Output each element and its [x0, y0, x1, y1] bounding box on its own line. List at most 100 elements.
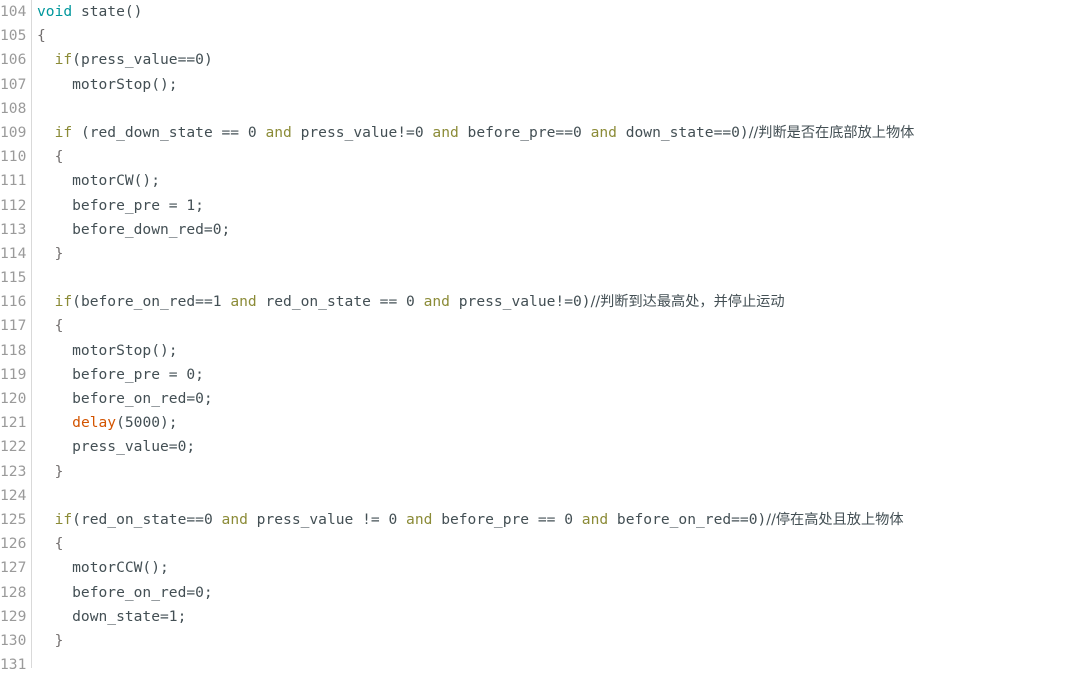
code-line[interactable]: 122 press_value=0;: [0, 435, 1065, 459]
code-line-content[interactable]: motorCCW();: [31, 556, 169, 580]
code-line-content[interactable]: if(red_on_state==0 and press_value != 0 …: [31, 508, 904, 532]
code-line[interactable]: 113 before_down_red=0;: [0, 218, 1065, 242]
line-number: 116: [0, 293, 27, 311]
token-comment: //判断到达最高处，并停止运动: [590, 294, 785, 311]
token-plain: down_state=1;: [37, 607, 187, 625]
token-kw: and: [221, 510, 248, 528]
token-plain: state(): [72, 3, 143, 20]
code-line[interactable]: 111 motorCW();: [0, 169, 1065, 193]
code-line[interactable]: 126 {: [0, 532, 1065, 556]
token-plain: press_value != 0: [247, 510, 407, 528]
token-plain: motorStop();: [37, 75, 178, 93]
code-line-content[interactable]: }: [31, 460, 64, 484]
code-line[interactable]: 109 if (red_down_state == 0 and press_va…: [0, 121, 1065, 145]
code-line[interactable]: 115: [0, 266, 1065, 290]
code-line-content[interactable]: {: [31, 532, 64, 556]
code-line[interactable]: 116 if(before_on_red==1 and red_on_state…: [0, 290, 1065, 314]
code-line[interactable]: 130 }: [0, 629, 1065, 653]
code-line-content[interactable]: before_on_red=0;: [31, 581, 213, 605]
code-line-content[interactable]: if(press_value==0): [31, 48, 213, 72]
code-line[interactable]: 121 delay(5000);: [0, 411, 1065, 435]
line-number: 108: [0, 99, 27, 117]
code-line-content[interactable]: }: [31, 242, 64, 266]
code-line-content[interactable]: delay(5000);: [31, 411, 177, 435]
code-line[interactable]: 118 motorStop();: [0, 339, 1065, 363]
token-plain: (red_on_state==0: [72, 510, 222, 528]
token-kw: if: [54, 510, 73, 528]
token-kw: and: [581, 510, 609, 528]
code-line-content[interactable]: {: [31, 24, 46, 48]
line-number: 113: [0, 220, 27, 238]
line-number: 123: [0, 462, 27, 480]
token-plain: before_on_red==0): [608, 510, 767, 528]
code-line[interactable]: 119 before_pre = 0;: [0, 363, 1065, 387]
line-number: 106: [0, 51, 27, 69]
line-number: 107: [0, 75, 27, 93]
code-line[interactable]: 112 before_pre = 1;: [0, 194, 1065, 218]
token-plain: before_down_red=0;: [37, 220, 231, 238]
code-line[interactable]: 120 before_on_red=0;: [0, 387, 1065, 411]
token-fn: delay: [72, 414, 117, 432]
code-line-content[interactable]: motorCW();: [31, 169, 160, 193]
token-comment: //判断是否在底部放上物体: [748, 124, 915, 141]
code-line-content[interactable]: void state(): [31, 0, 142, 24]
token-kw: and: [265, 123, 292, 141]
line-number: 104: [0, 3, 27, 20]
code-line-content[interactable]: before_pre = 1;: [31, 194, 204, 218]
token-brace: {: [54, 535, 64, 553]
code-line[interactable]: 104 void state(): [0, 0, 1065, 24]
token-brace: }: [54, 631, 64, 649]
code-line-content[interactable]: before_pre = 0;: [31, 363, 204, 387]
token-brace: {: [54, 148, 64, 166]
line-number: 125: [0, 510, 27, 528]
token-plain: before_pre = 0;: [37, 365, 204, 383]
code-line-content[interactable]: down_state=1;: [31, 605, 186, 629]
code-line-content[interactable]: }: [31, 629, 64, 653]
code-line-content[interactable]: press_value=0;: [31, 435, 195, 459]
code-line-content[interactable]: if(before_on_red==1 and red_on_state == …: [31, 290, 785, 314]
token-brace: {: [37, 27, 46, 45]
token-brace: }: [54, 462, 64, 480]
code-lines-container[interactable]: 104 void state() 105{106 if(press_value==0…: [0, 0, 1065, 673]
code-line-content[interactable]: before_down_red=0;: [31, 218, 230, 242]
code-line-content[interactable]: {: [31, 314, 64, 338]
code-line[interactable]: 123 }: [0, 460, 1065, 484]
token-kw: and: [423, 293, 450, 311]
code-line[interactable]: 129 down_state=1;: [0, 605, 1065, 629]
code-line[interactable]: 117 {: [0, 314, 1065, 338]
line-number: 121: [0, 414, 27, 432]
line-number: 124: [0, 486, 27, 504]
code-line[interactable]: 131: [0, 653, 1065, 677]
code-line[interactable]: 107 motorStop();: [0, 73, 1065, 97]
code-line[interactable]: 124: [0, 484, 1065, 508]
code-line-content[interactable]: motorStop();: [31, 339, 177, 363]
code-editor[interactable]: 104 void state() 105{106 if(press_value==0…: [0, 0, 1065, 673]
line-number: 127: [0, 559, 27, 577]
code-line-content[interactable]: before_on_red=0;: [31, 387, 213, 411]
token-plain: (red_down_state == 0: [72, 123, 266, 141]
token-kw: if: [54, 51, 73, 69]
code-line-content[interactable]: {: [31, 145, 64, 169]
token-kw: if: [54, 123, 73, 141]
code-line[interactable]: 127 motorCCW();: [0, 556, 1065, 580]
line-number: 118: [0, 341, 27, 359]
code-line[interactable]: 108: [0, 97, 1065, 121]
line-number: 112: [0, 196, 27, 214]
code-line-content[interactable]: motorStop();: [31, 73, 178, 97]
code-line[interactable]: 106 if(press_value==0): [0, 48, 1065, 72]
token-plain: before_pre = 1;: [37, 196, 204, 214]
token-kw: and: [432, 123, 459, 141]
code-line-content[interactable]: if (red_down_state == 0 and press_value!…: [31, 121, 915, 145]
code-line[interactable]: 105 {: [0, 24, 1065, 48]
token-plain: before_on_red=0;: [37, 583, 213, 601]
code-line[interactable]: 110 {: [0, 145, 1065, 169]
code-line[interactable]: 114 }: [0, 242, 1065, 266]
code-line[interactable]: 128 before_on_red=0;: [0, 581, 1065, 605]
code-line[interactable]: 125 if(red_on_state==0 and press_value !…: [0, 508, 1065, 532]
line-number: 114: [0, 244, 27, 262]
line-number: 131: [0, 656, 27, 674]
